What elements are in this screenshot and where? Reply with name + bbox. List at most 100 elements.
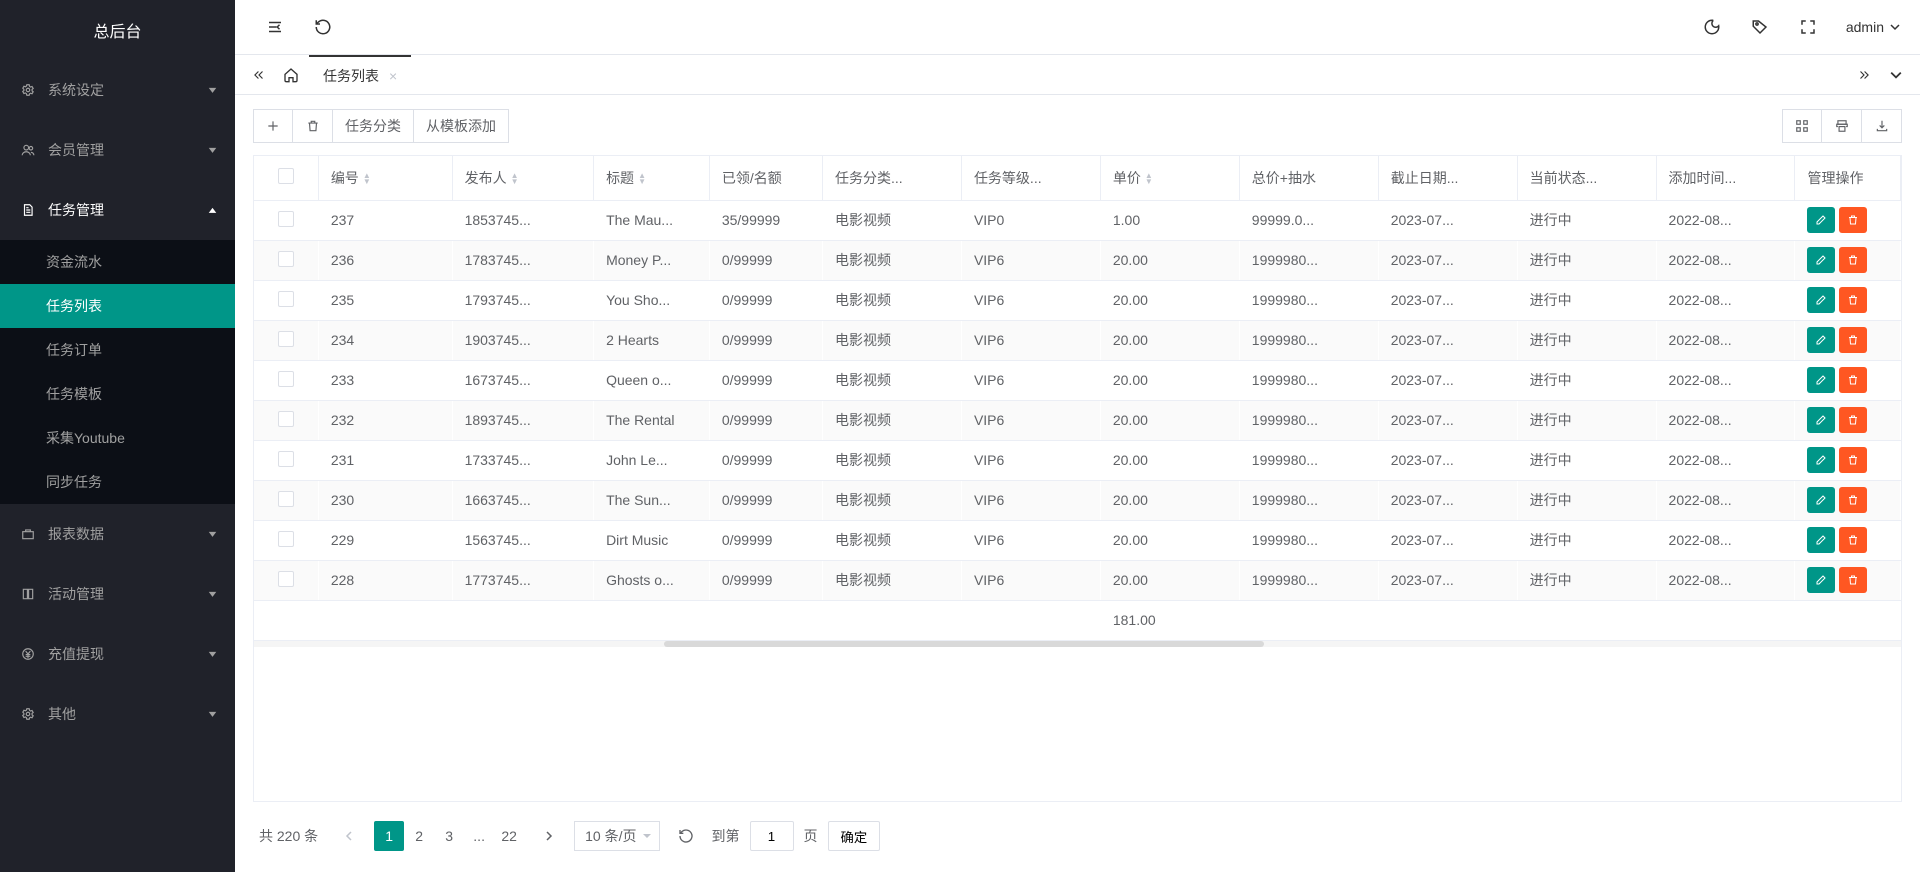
row-checkbox[interactable] [278, 451, 294, 467]
tabs-bar: 任务列表 × [235, 55, 1920, 95]
sidebar-item[interactable]: 系统设定▾ [0, 60, 235, 120]
tag-icon[interactable] [1750, 17, 1770, 37]
row-checkbox[interactable] [278, 411, 294, 427]
edit-button[interactable] [1807, 407, 1835, 433]
cell: VIP6 [961, 560, 1100, 600]
delete-row-button[interactable] [1839, 367, 1867, 393]
tabs-right-icon[interactable] [1850, 61, 1878, 89]
pager-page[interactable]: 1 [374, 821, 404, 851]
delete-button[interactable] [293, 109, 333, 143]
edit-button[interactable] [1807, 247, 1835, 273]
sidebar-subitem[interactable]: 任务模板 [0, 372, 235, 416]
sidebar-item[interactable]: 报表数据▾ [0, 504, 235, 564]
edit-button[interactable] [1807, 367, 1835, 393]
home-tab-icon[interactable] [277, 61, 305, 89]
column-header[interactable]: 发布人▲▼ [452, 156, 593, 200]
add-from-template-button[interactable]: 从模板添加 [414, 109, 509, 143]
sidebar-subitem[interactable]: 任务列表 [0, 284, 235, 328]
delete-row-button[interactable] [1839, 487, 1867, 513]
task-category-button[interactable]: 任务分类 [333, 109, 414, 143]
edit-button[interactable] [1807, 287, 1835, 313]
tabs-menu-icon[interactable] [1882, 61, 1910, 89]
delete-row-button[interactable] [1839, 327, 1867, 353]
sidebar-item[interactable]: 任务管理▴ [0, 180, 235, 240]
pager-next[interactable] [534, 821, 564, 851]
row-checkbox[interactable] [278, 571, 294, 587]
fullscreen-icon[interactable] [1798, 17, 1818, 37]
page-size-select[interactable]: 10 条/页 [574, 821, 659, 851]
delete-row-button[interactable] [1839, 287, 1867, 313]
sort-icon[interactable]: ▲▼ [638, 173, 646, 185]
sort-icon[interactable]: ▲▼ [363, 173, 371, 185]
sidebar-item[interactable]: 活动管理▾ [0, 564, 235, 624]
row-checkbox[interactable] [278, 291, 294, 307]
delete-row-button[interactable] [1839, 567, 1867, 593]
collapse-sidebar-icon[interactable] [265, 17, 285, 37]
cell: 进行中 [1517, 320, 1656, 360]
chevron-down-icon: ▾ [209, 145, 217, 156]
columns-button[interactable] [1782, 109, 1822, 143]
horizontal-scrollbar[interactable] [254, 641, 1901, 647]
user-menu[interactable]: admin [1846, 19, 1900, 35]
edit-button[interactable] [1807, 447, 1835, 473]
goto-input[interactable] [750, 821, 794, 851]
select-all-checkbox[interactable] [278, 168, 294, 184]
delete-row-button[interactable] [1839, 207, 1867, 233]
refresh-icon[interactable] [313, 17, 333, 37]
sidebar-item[interactable]: 充值提现▾ [0, 624, 235, 684]
cell: 2023-07... [1378, 320, 1517, 360]
row-checkbox[interactable] [278, 251, 294, 267]
delete-row-button[interactable] [1839, 247, 1867, 273]
row-checkbox[interactable] [278, 371, 294, 387]
export-button[interactable] [1862, 109, 1902, 143]
edit-button[interactable] [1807, 527, 1835, 553]
delete-row-button[interactable] [1839, 527, 1867, 553]
goto-confirm-button[interactable]: 确定 [828, 821, 881, 851]
tab-task-list[interactable]: 任务列表 × [309, 55, 411, 95]
tabs-left-icon[interactable] [245, 61, 273, 89]
pager-page[interactable]: 22 [494, 821, 524, 851]
cell: 进行中 [1517, 480, 1656, 520]
print-button[interactable] [1822, 109, 1862, 143]
cell: 进行中 [1517, 200, 1656, 240]
cell: 1999980... [1239, 280, 1378, 320]
column-header[interactable]: 单价▲▼ [1100, 156, 1239, 200]
cell: John Le... [594, 440, 710, 480]
pager-page[interactable]: 3 [434, 821, 464, 851]
row-checkbox[interactable] [278, 211, 294, 227]
column-header[interactable]: 编号▲▼ [318, 156, 452, 200]
cell: 20.00 [1100, 560, 1239, 600]
sidebar-subitem[interactable]: 资金流水 [0, 240, 235, 284]
pager-page[interactable]: 2 [404, 821, 434, 851]
pager-refresh-icon[interactable] [678, 828, 694, 844]
sidebar-subitem[interactable]: 采集Youtube [0, 416, 235, 460]
edit-button[interactable] [1807, 567, 1835, 593]
row-checkbox[interactable] [278, 331, 294, 347]
row-checkbox[interactable] [278, 531, 294, 547]
edit-button[interactable] [1807, 327, 1835, 353]
cell: 228 [318, 560, 452, 600]
row-checkbox[interactable] [278, 491, 294, 507]
cell: 232 [318, 400, 452, 440]
cell: 2023-07... [1378, 200, 1517, 240]
sort-icon[interactable]: ▲▼ [511, 173, 519, 185]
table-row: 2301663745...The Sun...0/99999电影视频VIP620… [254, 480, 1901, 520]
sidebar-item[interactable]: 其他▾ [0, 684, 235, 744]
edit-button[interactable] [1807, 207, 1835, 233]
cell: You Sho... [594, 280, 710, 320]
column-header[interactable]: 标题▲▼ [594, 156, 710, 200]
add-button[interactable] [253, 109, 293, 143]
sidebar-subitem[interactable]: 同步任务 [0, 460, 235, 504]
cell: VIP6 [961, 400, 1100, 440]
column-header[interactable] [254, 156, 318, 200]
sidebar-subitem[interactable]: 任务订单 [0, 328, 235, 372]
sidebar-item[interactable]: 会员管理▾ [0, 120, 235, 180]
delete-row-button[interactable] [1839, 447, 1867, 473]
theme-icon[interactable] [1702, 17, 1722, 37]
cell: 电影视频 [823, 440, 962, 480]
sort-icon[interactable]: ▲▼ [1145, 173, 1153, 185]
pager-prev[interactable] [334, 821, 364, 851]
edit-button[interactable] [1807, 487, 1835, 513]
delete-row-button[interactable] [1839, 407, 1867, 433]
close-icon[interactable]: × [389, 68, 397, 84]
